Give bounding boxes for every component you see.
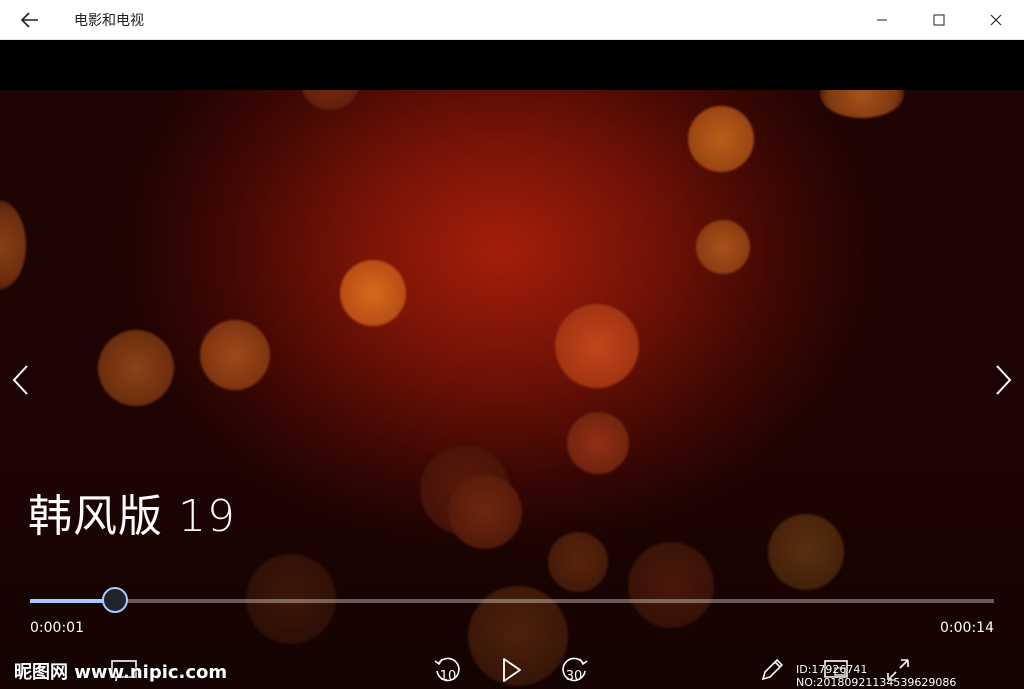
skip-forward-button[interactable]: 30 bbox=[554, 652, 594, 688]
skip-back-seconds: 10 bbox=[439, 669, 457, 684]
bokeh-light bbox=[768, 514, 844, 590]
bokeh-light bbox=[0, 200, 26, 290]
video-title: 韩风版 19 bbox=[28, 491, 236, 542]
seek-bar[interactable] bbox=[30, 599, 994, 603]
next-video-button[interactable] bbox=[986, 360, 1022, 400]
bokeh-light bbox=[300, 90, 360, 110]
minimize-icon bbox=[876, 19, 887, 20]
watermark-logo: 昵图网 www.nipic.com bbox=[14, 662, 228, 683]
play-icon bbox=[503, 658, 521, 682]
back-button[interactable] bbox=[0, 0, 60, 40]
minimize-button[interactable] bbox=[853, 0, 910, 40]
bokeh-light bbox=[628, 542, 714, 628]
skip-back-button[interactable]: 10 bbox=[428, 652, 468, 688]
close-button[interactable] bbox=[967, 0, 1024, 40]
previous-video-button[interactable] bbox=[2, 360, 38, 400]
bokeh-light bbox=[98, 330, 174, 406]
maximize-button[interactable] bbox=[910, 0, 967, 40]
close-icon bbox=[990, 14, 1001, 25]
letterbox-top bbox=[0, 40, 1024, 90]
back-arrow-icon bbox=[21, 11, 38, 28]
play-button[interactable] bbox=[492, 652, 532, 688]
title-bar: 电影和电视 bbox=[0, 0, 1024, 40]
time-elapsed: 0:00:01 bbox=[30, 620, 84, 636]
watermark-id: ID:17926741 NO:20180921134539629086 bbox=[796, 663, 957, 689]
bokeh-light bbox=[548, 532, 608, 592]
bokeh-light bbox=[820, 90, 904, 118]
time-total: 0:00:14 bbox=[940, 620, 994, 636]
seek-thumb[interactable] bbox=[101, 587, 128, 613]
chevron-left-icon bbox=[12, 365, 28, 395]
bokeh-light bbox=[340, 260, 406, 326]
edit-button[interactable] bbox=[752, 652, 792, 688]
bokeh-light bbox=[688, 106, 754, 172]
app-title: 电影和电视 bbox=[74, 12, 144, 29]
bokeh-light bbox=[200, 320, 270, 390]
pencil-icon bbox=[761, 658, 784, 681]
bokeh-light bbox=[696, 220, 750, 274]
maximize-icon bbox=[933, 14, 944, 25]
video-surface[interactable]: 韩风版 19 0:00:01 0:00:14 10 30 昵图网 www.nip… bbox=[0, 90, 1024, 689]
chevron-right-icon bbox=[996, 365, 1012, 395]
bokeh-light bbox=[567, 412, 629, 474]
bokeh-light bbox=[448, 475, 522, 549]
bokeh-light bbox=[555, 304, 639, 388]
skip-forward-seconds: 30 bbox=[565, 669, 583, 684]
